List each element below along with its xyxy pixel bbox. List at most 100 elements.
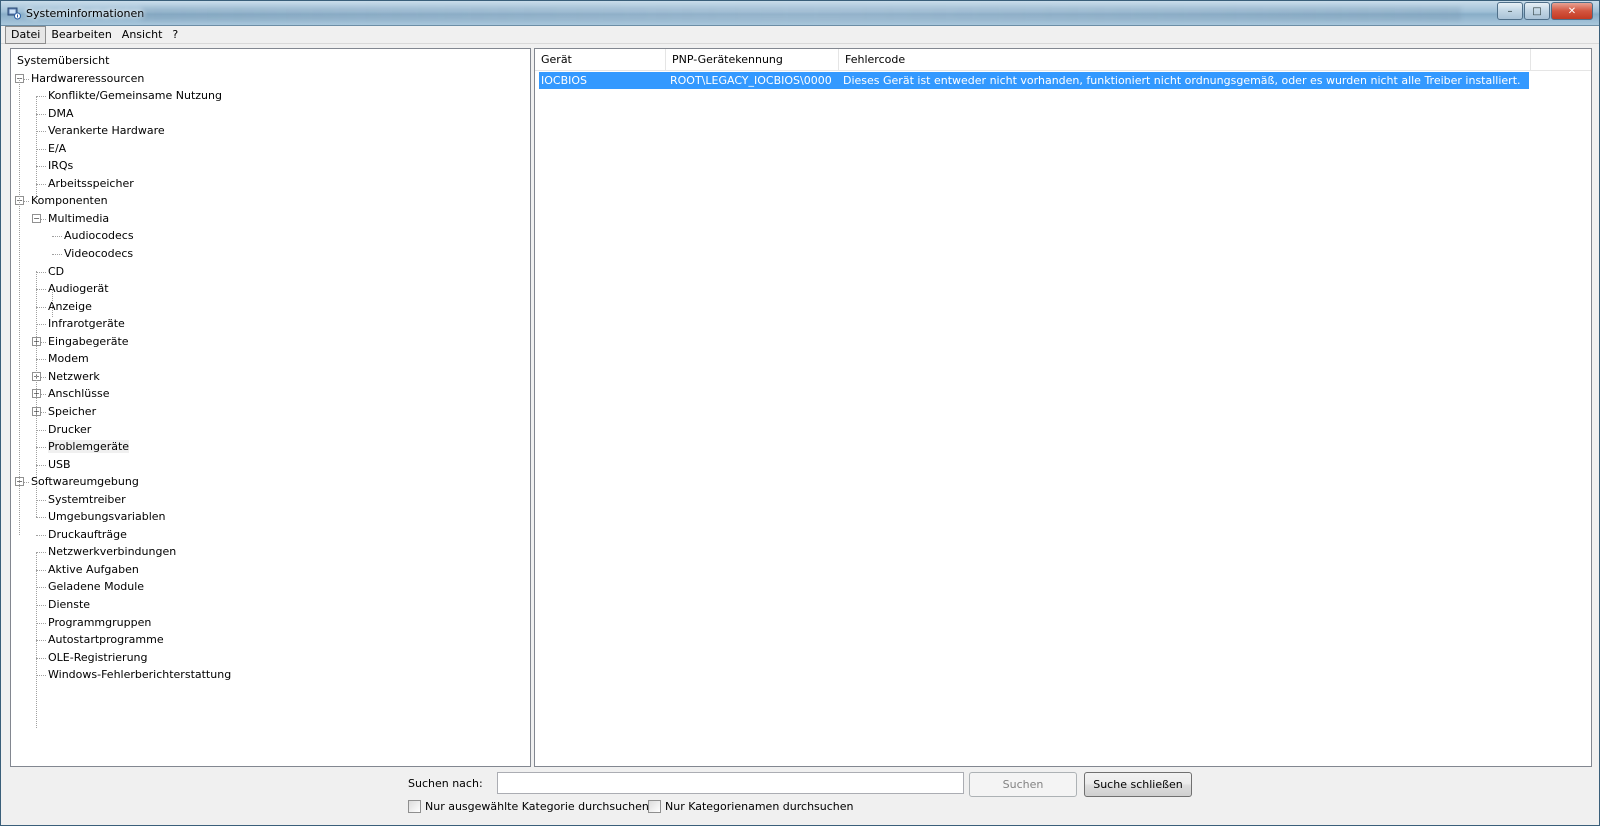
cell-fehlercode: Dieses Gerät ist entweder nicht vorhande… — [843, 74, 1521, 87]
close-button[interactable]: ✕ — [1551, 2, 1593, 20]
tree-connector — [36, 271, 46, 273]
tree-item[interactable]: Anzeige — [48, 298, 92, 315]
tree-item[interactable]: Programmgruppen — [48, 614, 151, 631]
tree-item[interactable]: Hardwareressourcen — [31, 70, 144, 87]
search-label: Suchen nach: — [408, 777, 483, 790]
column-header-row: Gerät PNP-Gerätekennung Fehlercode — [535, 49, 1591, 71]
tree-item[interactable]: Drucker — [48, 421, 91, 438]
category-names-checkbox[interactable] — [648, 800, 661, 813]
tree-item-label: Anzeige — [48, 299, 92, 313]
tree-item-label: Geladene Module — [48, 580, 145, 594]
tree-item-label: Modem — [48, 352, 89, 366]
tree-connector — [36, 429, 46, 431]
minimize-button[interactable]: – — [1497, 2, 1523, 20]
tree-item[interactable]: Infrarotgeräte — [48, 315, 125, 332]
tree-item[interactable]: Netzwerkverbindungen — [48, 543, 176, 560]
tree-guide-line — [36, 552, 37, 728]
tree-item[interactable]: Konflikte/Gemeinsame Nutzung — [48, 87, 222, 104]
tree-connector — [36, 499, 46, 501]
tree-item-label: Audiocodecs — [64, 229, 134, 243]
tree-item-label: Softwareumgebung — [31, 475, 139, 489]
tree-item[interactable]: Videocodecs — [64, 245, 133, 262]
tree-item[interactable]: E/A — [48, 140, 66, 157]
app-window: Systeminformationen – □ ✕ Datei Bearbeit… — [0, 0, 1600, 826]
system-info-icon — [7, 7, 21, 20]
tree-item-label: Windows-Fehlerberichterstattung — [48, 668, 232, 682]
tree-connector — [36, 148, 46, 150]
column-header-pnp-id[interactable]: PNP-Gerätekennung — [666, 49, 839, 71]
tree-connector — [36, 183, 46, 185]
tree-item[interactable]: Aktive Aufgaben — [48, 561, 139, 578]
tree-item[interactable]: Dienste — [48, 596, 90, 613]
title-bar[interactable]: Systeminformationen – □ ✕ — [1, 1, 1599, 26]
tree-connector — [36, 657, 46, 659]
tree-item-label: Drucker — [48, 422, 92, 436]
column-header-fehlercode[interactable]: Fehlercode — [839, 49, 1531, 71]
search-button[interactable]: Suchen — [969, 772, 1077, 797]
menu-help[interactable]: ? — [167, 27, 183, 43]
selected-category-checkbox[interactable] — [408, 800, 421, 813]
tree-guide-line — [36, 271, 37, 517]
tree-item[interactable]: Problemgeräte — [48, 438, 130, 455]
tree-item-label: Netzwerk — [48, 369, 100, 383]
tree-item[interactable]: Systemtreiber — [48, 491, 126, 508]
close-search-button[interactable]: Suche schließen — [1084, 772, 1192, 797]
tree-item-label: USB — [48, 457, 71, 471]
tree-guide-line — [36, 96, 37, 202]
column-header-geraet[interactable]: Gerät — [535, 49, 666, 71]
tree-item[interactable]: Modem — [48, 350, 89, 367]
tree-item-label: Umgebungsvariablen — [48, 510, 166, 524]
collapse-icon[interactable]: − — [32, 213, 41, 223]
tree-item[interactable]: Softwareumgebung — [31, 473, 139, 490]
tree-item-label: Autostartprogramme — [48, 633, 164, 647]
option-selected-category[interactable]: Nur ausgewählte Kategorie durchsuchen — [408, 800, 649, 813]
tree-root[interactable]: Systemübersicht — [17, 52, 109, 69]
tree-item[interactable]: Eingabegeräte — [48, 333, 129, 350]
tree-item-label: OLE-Registrierung — [48, 650, 148, 664]
tree-connector — [36, 605, 46, 606]
tree-item-label: DMA — [48, 106, 74, 120]
menu-bearbeiten[interactable]: Bearbeiten — [46, 27, 116, 43]
tree-item[interactable]: Audiogerät — [48, 280, 109, 297]
cell-pnp-id: ROOT\LEGACY_IOCBIOS\0000 — [670, 74, 832, 87]
tree-item[interactable]: Arbeitsspeicher — [48, 175, 134, 192]
menu-datei[interactable]: Datei — [5, 25, 47, 44]
tree-guide-line — [52, 289, 53, 317]
tree-item[interactable]: Windows-Fehlerberichterstattung — [48, 666, 231, 683]
tree-item[interactable]: Anschlüsse — [48, 385, 110, 402]
tree-item[interactable]: Verankerte Hardware — [48, 122, 165, 139]
tree-item[interactable]: OLE-Registrierung — [48, 649, 148, 666]
tree-item[interactable]: DMA — [48, 105, 74, 122]
category-tree[interactable]: Systemübersicht Hardwareressourcen − Konfl… — [10, 48, 531, 767]
table-row[interactable]: IOCBIOS ROOT\LEGACY_IOCBIOS\0000 Dieses … — [539, 72, 1529, 89]
tree-item[interactable]: CD — [48, 263, 64, 280]
menu-bar: Datei Bearbeiten Ansicht ? — [1, 25, 1599, 44]
menu-ansicht[interactable]: Ansicht — [117, 27, 168, 43]
tree-item-label: E/A — [48, 141, 67, 155]
tree-item[interactable]: Autostartprogramme — [48, 631, 164, 648]
tree-item-label: Arbeitsspeicher — [48, 176, 134, 190]
tree-item-label: Verankerte Hardware — [48, 124, 165, 138]
tree-item-label: Programmgruppen — [48, 615, 152, 629]
tree-item-label: Speicher — [48, 404, 97, 418]
tree-item[interactable]: IRQs — [48, 157, 73, 174]
tree-item[interactable]: Netzwerk — [48, 368, 100, 385]
tree-item[interactable]: Druckaufträge — [48, 526, 127, 543]
tree-connector — [36, 587, 46, 589]
tree-item[interactable]: USB — [48, 456, 71, 473]
tree-item[interactable]: Speicher — [48, 403, 96, 420]
tree-item[interactable]: Komponenten — [31, 192, 108, 209]
search-input[interactable] — [497, 772, 964, 794]
title-bar-background — [141, 7, 1461, 21]
tree-item[interactable]: Umgebungsvariablen — [48, 508, 166, 525]
tree-item[interactable]: Multimedia — [48, 210, 109, 227]
tree-connector — [36, 675, 46, 677]
tree-item-label: Eingabegeräte — [48, 334, 129, 348]
details-list[interactable]: Gerät PNP-Gerätekennung Fehlercode IOCBI… — [534, 48, 1592, 767]
tree-connector — [36, 96, 46, 98]
tree-item[interactable]: Geladene Module — [48, 578, 144, 595]
tree-connector — [36, 464, 46, 466]
tree-item[interactable]: Audiocodecs — [64, 227, 134, 244]
option-category-names[interactable]: Nur Kategorienamen durchsuchen — [648, 800, 854, 813]
maximize-button[interactable]: □ — [1524, 2, 1550, 20]
